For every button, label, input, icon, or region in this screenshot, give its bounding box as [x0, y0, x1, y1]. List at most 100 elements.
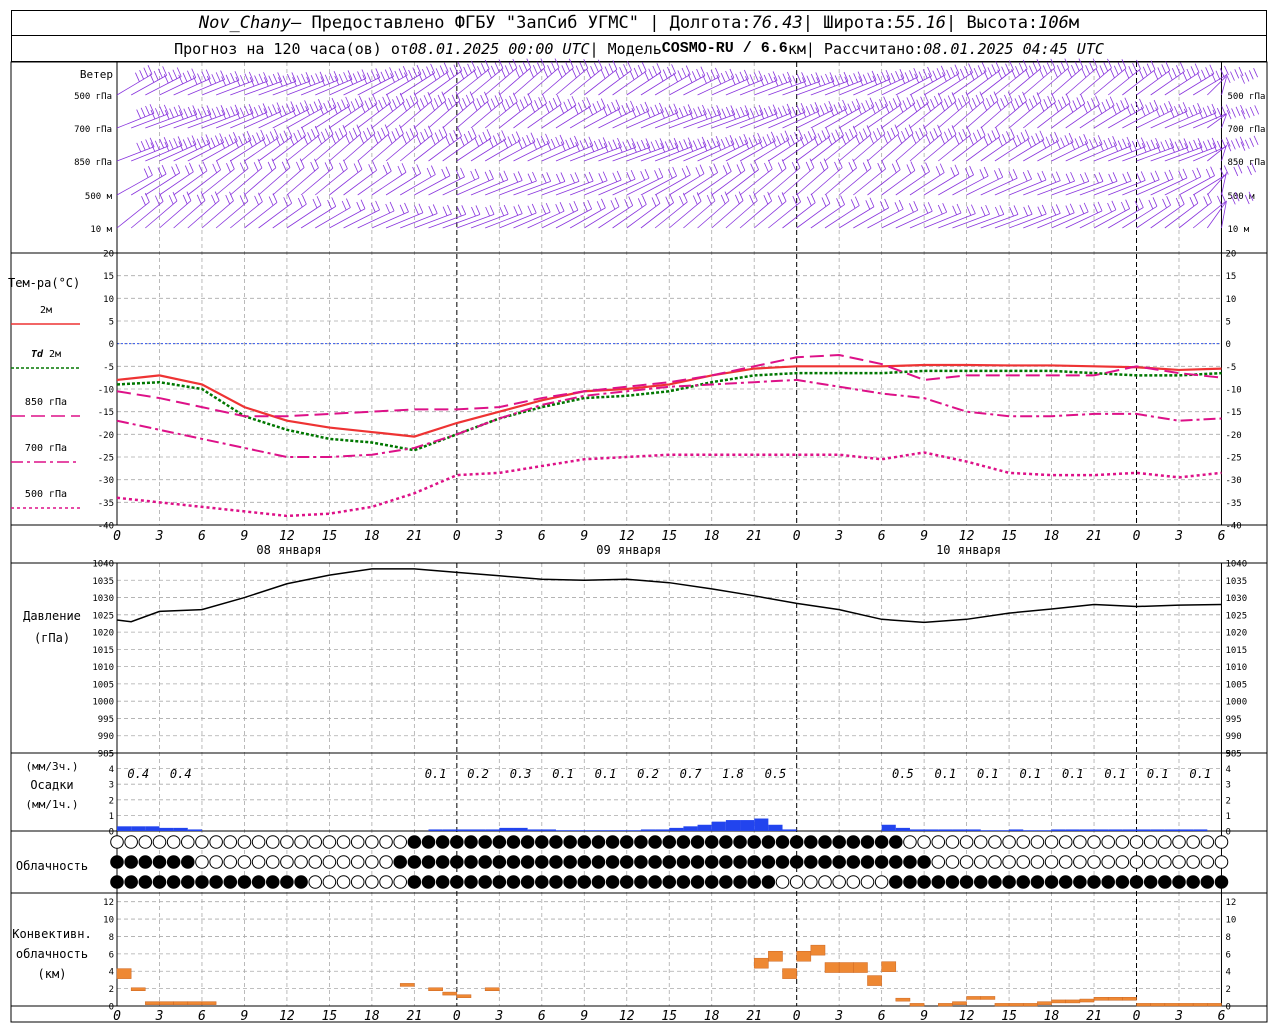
y-tick-left: 10 — [103, 916, 114, 926]
wind-barb-flag — [584, 138, 589, 148]
cloud-symbol — [1115, 875, 1130, 889]
wind-barb-flag — [602, 171, 608, 181]
wind-barb-flag — [1179, 195, 1185, 205]
precip-bar — [1009, 829, 1024, 831]
wind-barb-flag — [1160, 141, 1166, 151]
cloud-symbol — [435, 835, 450, 849]
wind-barb-flag — [197, 108, 203, 118]
cloud-symbol — [322, 835, 337, 849]
wind-barb-flag — [416, 101, 421, 111]
cloud-symbol — [1016, 875, 1031, 889]
wind-barb-flag — [1049, 134, 1055, 144]
wind-barb-flag — [211, 74, 217, 84]
wind-barb-flag — [457, 127, 462, 137]
wind-barb-flag — [435, 68, 441, 78]
wind-barb — [754, 80, 792, 96]
wind-barb — [385, 133, 419, 162]
wind-barb-flag — [608, 141, 613, 151]
wind-barb-flag — [254, 195, 259, 206]
cloud-symbol — [619, 875, 634, 889]
wind-barb-flag — [253, 106, 259, 117]
wind-barb-flag — [449, 67, 455, 77]
wind-barb-flag — [635, 105, 641, 116]
wind-barb-flag — [777, 195, 783, 205]
wind-barb-flag — [494, 62, 500, 72]
wind-barb — [725, 200, 758, 229]
wind-barb-flag — [683, 106, 689, 116]
wind-barb-flag — [624, 199, 629, 209]
wind-barb-flag — [414, 205, 419, 215]
precip-bar — [570, 830, 585, 831]
precip-bar — [442, 829, 457, 831]
cloud-symbol — [492, 855, 507, 869]
wind-barb-flag — [366, 72, 372, 82]
wind-barb-flag — [424, 128, 429, 139]
wind-barb-flag — [933, 95, 939, 106]
wind-barb — [853, 133, 886, 162]
cloud-symbol — [889, 875, 903, 889]
wind-barb-flag — [299, 102, 305, 112]
cloud-symbol — [393, 855, 408, 869]
wind-barb-flag — [1245, 108, 1251, 118]
precip-total-label: 0.1 — [935, 767, 957, 781]
wind-barb-flag — [909, 203, 914, 213]
wind-barb-flag — [501, 130, 507, 140]
wind-barb-flag — [527, 205, 533, 215]
wind-barb-flag — [957, 98, 963, 108]
cloud-symbol — [662, 855, 677, 869]
wind-barb — [286, 204, 322, 229]
precip-total-label: 0.1 — [425, 767, 447, 781]
wind-barb — [1008, 101, 1042, 129]
precip-bar — [626, 830, 641, 831]
wind-barb-flag — [346, 198, 351, 208]
wind-barb — [1079, 67, 1112, 96]
wind-barb-flag — [915, 131, 921, 141]
hour-tick-label: 15 — [322, 529, 338, 544]
wind-barb-flag — [1244, 139, 1250, 149]
cloud-symbol — [1087, 855, 1101, 869]
y-tick-left: 5 — [109, 318, 114, 328]
wind-barb — [1022, 101, 1056, 129]
wind-barb — [838, 206, 875, 229]
wind-barb-flag — [1089, 139, 1094, 149]
wind-barb-flag — [754, 160, 759, 170]
wind-barb-flag — [1221, 106, 1227, 116]
wind-barb-flag — [329, 72, 334, 83]
wind-barb-flag — [911, 134, 917, 144]
wind-barb-flag — [439, 65, 445, 75]
cloud-symbol — [322, 875, 337, 889]
wind-barb-flag — [791, 106, 797, 117]
convective-bar — [966, 996, 982, 1000]
wind-barb — [371, 101, 405, 129]
cloud-symbol — [435, 875, 450, 889]
convective-bar — [895, 997, 911, 1002]
convective-bar — [853, 962, 868, 973]
wind-barb — [584, 108, 621, 129]
cloud-symbol — [1073, 855, 1087, 869]
cloud-symbol — [138, 875, 153, 889]
wind-barb-flag — [1139, 98, 1144, 109]
wind-barb — [654, 201, 688, 229]
cloud-symbol — [464, 875, 478, 889]
wind-barb-flag — [399, 204, 405, 215]
wind-barb-flag — [401, 163, 407, 173]
cloud-symbol — [280, 875, 294, 889]
wind-barb-flag — [1027, 205, 1033, 215]
wind-barb-flag — [1064, 58, 1070, 68]
hour-tick-label: 3 — [1174, 529, 1183, 544]
wind-barb-flag — [556, 173, 561, 184]
wind-barb-flag — [296, 75, 302, 85]
cloud-symbol — [945, 875, 960, 889]
y-tick-right: 4 — [1225, 765, 1230, 775]
wind-barb — [1093, 145, 1132, 162]
wind-barb-flag — [1207, 139, 1213, 149]
hour-tick-label-bottom: 15 — [661, 1009, 677, 1024]
precip-bar — [952, 829, 967, 831]
wind-barb — [286, 167, 319, 196]
wind-barb-flag — [1205, 168, 1211, 179]
wind-barb-flag — [1138, 198, 1144, 208]
cloud-symbol — [804, 835, 818, 849]
wind-barb — [739, 168, 773, 196]
wind-barb-flag — [1069, 203, 1075, 213]
wind-barb — [796, 203, 831, 229]
